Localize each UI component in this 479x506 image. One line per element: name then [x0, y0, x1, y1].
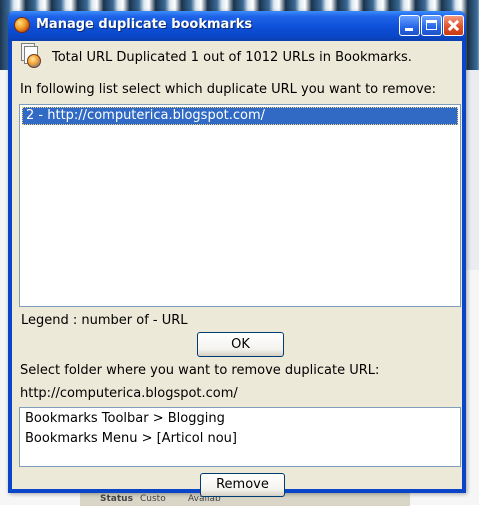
firefox-icon: [14, 17, 30, 33]
background-status-option-custom[interactable]: Custo: [140, 494, 166, 504]
background-status-label: Status: [100, 494, 133, 504]
list-instruction: In following list select which duplicate…: [20, 82, 437, 97]
remove-button[interactable]: Remove: [200, 473, 285, 497]
bookmarks-icon: [21, 43, 41, 69]
ok-button[interactable]: OK: [197, 332, 284, 357]
legend-text: Legend : number of - URL: [21, 313, 188, 328]
maximize-button[interactable]: [421, 15, 442, 36]
folder-item[interactable]: Bookmarks Toolbar > Blogging: [25, 411, 225, 426]
maximize-icon: [426, 20, 437, 30]
list-item-label: 2 - http://computerica.blogspot.com/: [26, 108, 266, 123]
list-item[interactable]: 2 - http://computerica.blogspot.com/: [22, 107, 458, 125]
manage-duplicate-bookmarks-dialog: Manage duplicate bookmarks Total URL Dup…: [8, 11, 466, 497]
duplicate-url-list[interactable]: 2 - http://computerica.blogspot.com/: [19, 104, 461, 307]
minimize-button[interactable]: [399, 15, 420, 36]
duplicate-summary: Total URL Duplicated 1 out of 1012 URLs …: [52, 50, 412, 65]
window-title: Manage duplicate bookmarks: [36, 17, 253, 32]
folder-list[interactable]: Bookmarks Toolbar > Blogging Bookmarks M…: [19, 407, 461, 467]
selected-url: http://computerica.blogspot.com/: [20, 386, 238, 401]
folder-prompt: Select folder where you want to remove d…: [20, 363, 380, 378]
folder-item[interactable]: Bookmarks Menu > [Articol nou]: [25, 431, 237, 446]
title-bar[interactable]: Manage duplicate bookmarks: [8, 11, 466, 41]
close-button[interactable]: [443, 15, 464, 36]
minimize-icon: [405, 28, 413, 31]
dialog-content: Total URL Duplicated 1 out of 1012 URLs …: [12, 41, 462, 497]
close-icon: [444, 16, 463, 35]
